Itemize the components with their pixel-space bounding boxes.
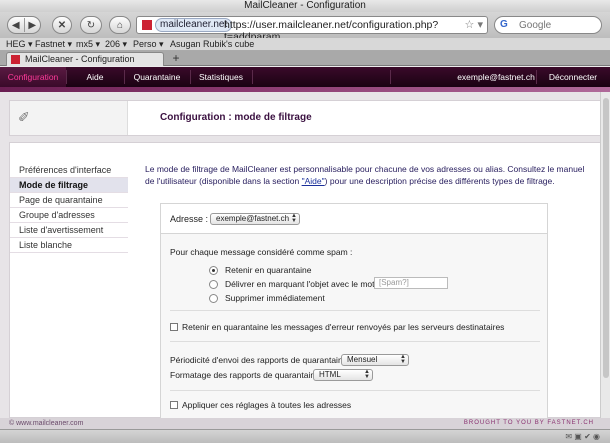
- sidebar-item-warnlist[interactable]: Liste d'avertissement: [10, 223, 128, 238]
- format-select[interactable]: HTML ▲ ▼: [313, 369, 373, 381]
- favicon-icon: [11, 55, 20, 64]
- nav-configuration[interactable]: Configuration: [0, 67, 66, 87]
- main-panel: Préférences d'interface Mode de filtrage…: [9, 142, 605, 423]
- nav-quarantaine[interactable]: Quarantaine: [124, 67, 190, 87]
- search-input[interactable]: [519, 19, 597, 31]
- intro-text-after: ) pour une description précise des diffé…: [324, 176, 555, 186]
- period-select[interactable]: Mensuel ▲ ▼: [341, 354, 409, 366]
- home-button[interactable]: ⌂: [109, 16, 131, 34]
- divider: [390, 70, 391, 84]
- bookmark-item[interactable]: Perso ▾: [133, 38, 164, 51]
- format-label: Formatage des rapports de quarantaine :: [170, 370, 325, 380]
- favicon-icon: [141, 19, 153, 31]
- sidebar-item-address-group[interactable]: Groupe d'adresses: [10, 208, 128, 223]
- bookmarks-bar: HEG ▾ Fastnet ▾ mx5 ▾ 206 ▾ Perso ▾ Asug…: [0, 38, 610, 51]
- tag-keyword-input[interactable]: [Spam?]: [374, 277, 448, 289]
- option-quarantine-label: Retenir en quarantaine: [225, 265, 312, 275]
- bookmark-item[interactable]: mx5 ▾: [76, 38, 100, 51]
- sidebar-item-filtering[interactable]: Mode de filtrage: [10, 178, 128, 193]
- radio-tag[interactable]: [209, 279, 218, 289]
- user-email: exemple@fastnet.ch: [457, 72, 535, 82]
- bookmark-star-icon[interactable]: ☆ ▾: [465, 18, 483, 31]
- format-select-value: HTML: [319, 370, 341, 379]
- apply-all-row[interactable]: Appliquer ces réglages à toutes les adre…: [170, 400, 351, 410]
- home-icon: ⌂: [116, 19, 124, 31]
- apply-all-checkbox[interactable]: [170, 401, 178, 409]
- browser-toolbar: ◀ ▶ ✕ ↻ ⌂ mailcleaner.net https://user.m…: [0, 12, 610, 43]
- retain-errors-checkbox[interactable]: [170, 323, 178, 331]
- divider: [170, 310, 540, 311]
- tools-icon: ✐: [18, 109, 30, 125]
- back-icon[interactable]: ◀: [8, 20, 24, 31]
- page-footer: © www.mailcleaner.com BROUGHT TO YOU BY …: [0, 418, 610, 429]
- forward-icon[interactable]: ▶: [24, 20, 40, 31]
- address-bar[interactable]: mailcleaner.net https://user.mailcleaner…: [136, 16, 488, 43]
- address-select[interactable]: exemple@fastnet.ch ▲ ▼: [210, 213, 300, 225]
- sidebar-item-whitelist[interactable]: Liste blanche: [10, 238, 128, 253]
- option-delete[interactable]: Supprimer immédiatement: [209, 293, 325, 303]
- period-select-value: Mensuel: [347, 355, 378, 364]
- vertical-scrollbar[interactable]: [600, 92, 610, 418]
- sidebar-item-interface[interactable]: Préférences d'interface: [10, 163, 128, 178]
- select-arrows-icon: ▲ ▼: [291, 213, 297, 224]
- apply-all-label: Appliquer ces réglages à toutes les adre…: [182, 400, 352, 410]
- address-label: Adresse :: [170, 214, 209, 224]
- radio-delete[interactable]: [209, 293, 218, 303]
- nav-aide[interactable]: Aide: [66, 67, 124, 87]
- header-icon-box: ✐: [10, 101, 128, 135]
- option-delete-label: Supprimer immédiatement: [225, 293, 325, 303]
- option-tag-label: Délivrer en marquant l'objet avec le mot…: [225, 279, 393, 289]
- page-title: Configuration : mode de filtrage: [160, 112, 312, 123]
- tab-bar: MailCleaner - Configuration +: [0, 51, 610, 66]
- status-bar: ✉ ▣ ✔ ◉: [0, 429, 610, 443]
- retain-errors-label: Retenir en quarantaine les messages d'er…: [182, 322, 505, 332]
- search-bar[interactable]: G: [494, 16, 602, 34]
- tab-mailcleaner[interactable]: MailCleaner - Configuration: [6, 52, 164, 66]
- nav-statistiques[interactable]: Statistiques: [190, 67, 252, 87]
- intro-text: Le mode de filtrage de MailCleaner est p…: [145, 163, 595, 187]
- content-area: ✐ Configuration : mode de filtrage Préfé…: [0, 92, 610, 423]
- site-identity-button[interactable]: mailcleaner.net: [155, 18, 233, 32]
- period-label: Périodicité d'envoi des rapports de quar…: [170, 355, 353, 365]
- bookmark-item[interactable]: 206 ▾: [105, 38, 127, 51]
- window-title: MailCleaner - Configuration: [0, 0, 610, 12]
- stop-button[interactable]: ✕: [52, 16, 72, 34]
- footer-copyright: © www.mailcleaner.com: [9, 420, 84, 427]
- footer-credit: BROUGHT TO YOU BY FASTNET.CH: [463, 420, 594, 426]
- option-quarantine[interactable]: Retenir en quarantaine: [209, 265, 311, 275]
- address-row: Adresse : exemple@fastnet.ch ▲ ▼: [161, 204, 547, 234]
- bookmark-item[interactable]: Asugan Rubik's cube: [170, 38, 254, 51]
- scrollbar-thumb[interactable]: [603, 98, 609, 378]
- divider: [170, 390, 540, 391]
- spam-question: Pour chaque message considéré comme spam…: [170, 247, 353, 257]
- help-link[interactable]: "Aide": [302, 176, 325, 186]
- reload-button[interactable]: ↻: [80, 16, 102, 34]
- tab-label: MailCleaner - Configuration: [25, 54, 135, 64]
- sidebar: Préférences d'interface Mode de filtrage…: [10, 163, 128, 253]
- select-arrows-icon: ▲ ▼: [400, 354, 406, 365]
- divider: [252, 70, 253, 84]
- option-tag[interactable]: Délivrer en marquant l'objet avec le mot…: [209, 279, 393, 289]
- reload-icon: ↻: [86, 19, 96, 31]
- bookmark-item[interactable]: Fastnet ▾: [35, 38, 72, 51]
- status-icons: ✉ ▣ ✔ ◉: [565, 432, 600, 441]
- divider: [536, 70, 537, 84]
- radio-quarantine[interactable]: [209, 265, 218, 275]
- app-navigation: Configuration Aide Quarantaine Statistiq…: [0, 67, 610, 87]
- close-icon: ✕: [57, 19, 67, 31]
- page-header: ✐ Configuration : mode de filtrage: [9, 100, 605, 136]
- logout-link[interactable]: Déconnecter: [540, 67, 606, 87]
- sidebar-item-quarantine-page[interactable]: Page de quarantaine: [10, 193, 128, 208]
- retain-errors-row[interactable]: Retenir en quarantaine les messages d'er…: [170, 322, 504, 332]
- divider: [170, 341, 540, 342]
- filtering-form: Adresse : exemple@fastnet.ch ▲ ▼ Pour cha…: [160, 203, 548, 423]
- google-icon: G: [500, 19, 508, 30]
- select-arrows-icon: ▲ ▼: [364, 369, 370, 380]
- new-tab-button[interactable]: +: [168, 52, 184, 65]
- bookmark-item[interactable]: HEG ▾: [6, 38, 33, 51]
- back-forward-buttons: ◀ ▶: [7, 16, 41, 34]
- address-select-value: exemple@fastnet.ch: [216, 214, 290, 223]
